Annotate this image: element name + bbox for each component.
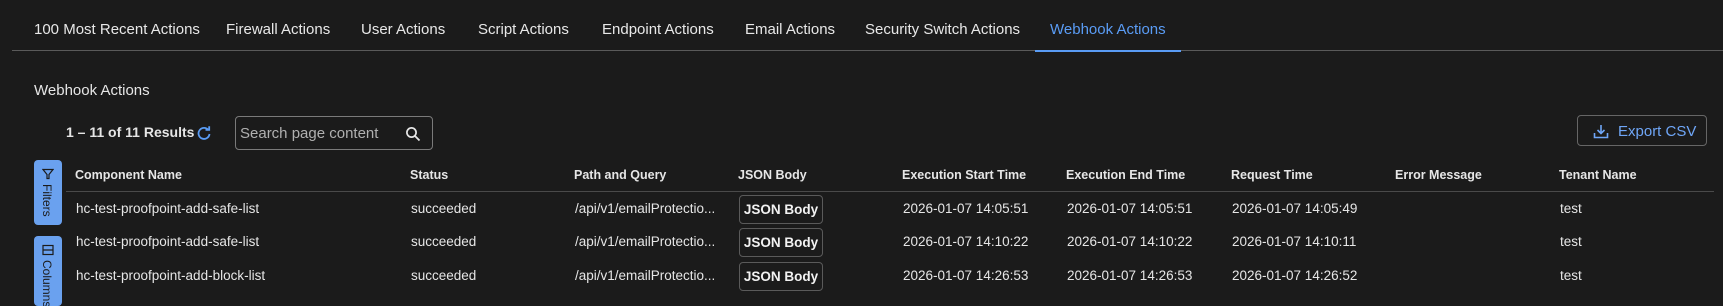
- col-execution-end-time[interactable]: Execution End Time: [1066, 168, 1185, 182]
- cell-component-name: hc-test-proofpoint-add-safe-list: [76, 234, 260, 249]
- cell-component-name: hc-test-proofpoint-add-safe-list: [76, 201, 260, 216]
- filters-button[interactable]: Filters: [34, 160, 62, 225]
- col-component-name[interactable]: Component Name: [75, 168, 182, 182]
- export-csv-label: Export CSV: [1618, 123, 1697, 140]
- cell-status: succeeded: [411, 268, 477, 283]
- tab-endpoint-actions[interactable]: Endpoint Actions: [602, 0, 714, 51]
- cell-execution-start-time: 2026-01-07 14:05:51: [903, 201, 1029, 216]
- columns-icon: [42, 244, 54, 256]
- col-request-time[interactable]: Request Time: [1231, 168, 1313, 182]
- refresh-icon[interactable]: [195, 125, 213, 143]
- col-tenant-name[interactable]: Tenant Name: [1559, 168, 1637, 182]
- tab-firewall-actions[interactable]: Firewall Actions: [226, 0, 330, 51]
- col-path-and-query[interactable]: Path and Query: [574, 168, 666, 182]
- cell-tenant-name: test: [1560, 268, 1582, 283]
- cell-path-and-query: /api/v1/emailProtectio...: [575, 268, 716, 283]
- tab-script-actions[interactable]: Script Actions: [478, 0, 569, 51]
- filter-icon: [42, 168, 54, 180]
- cell-path-and-query: /api/v1/emailProtectio...: [575, 234, 716, 249]
- cell-execution-end-time: 2026-01-07 14:26:53: [1067, 268, 1193, 283]
- download-icon: [1593, 125, 1609, 139]
- columns-label: Columns: [40, 260, 54, 306]
- cell-execution-end-time: 2026-01-07 14:10:22: [1067, 234, 1193, 249]
- json-body-button[interactable]: JSON Body: [739, 262, 823, 291]
- search-input[interactable]: [240, 117, 400, 149]
- search-box: [235, 116, 433, 150]
- tab-security-switch-actions[interactable]: Security Switch Actions: [865, 0, 1020, 51]
- cell-request-time: 2026-01-07 14:05:49: [1232, 201, 1358, 216]
- cell-path-and-query: /api/v1/emailProtectio...: [575, 201, 716, 216]
- tab-email-actions[interactable]: Email Actions: [745, 0, 835, 51]
- cell-tenant-name: test: [1560, 234, 1582, 249]
- cell-execution-start-time: 2026-01-07 14:10:22: [903, 234, 1029, 249]
- col-status[interactable]: Status: [410, 168, 448, 182]
- tab-100-most-recent-actions[interactable]: 100 Most Recent Actions: [34, 0, 200, 51]
- col-json-body[interactable]: JSON Body: [738, 168, 807, 182]
- tab-user-actions[interactable]: User Actions: [361, 0, 445, 51]
- json-body-button[interactable]: JSON Body: [739, 228, 823, 257]
- action-tabs: 100 Most Recent Actions Firewall Actions…: [12, 0, 1723, 52]
- search-icon[interactable]: [405, 126, 421, 142]
- cell-execution-end-time: 2026-01-07 14:05:51: [1067, 201, 1193, 216]
- cell-tenant-name: test: [1560, 201, 1582, 216]
- header-divider: [66, 191, 1714, 192]
- section-title: Webhook Actions: [34, 82, 150, 99]
- cell-request-time: 2026-01-07 14:26:52: [1232, 268, 1358, 283]
- export-csv-button[interactable]: Export CSV: [1577, 115, 1707, 146]
- cell-request-time: 2026-01-07 14:10:11: [1232, 234, 1357, 249]
- filters-label: Filters: [40, 184, 54, 217]
- cell-execution-start-time: 2026-01-07 14:26:53: [903, 268, 1029, 283]
- cell-status: succeeded: [411, 234, 477, 249]
- cell-status: succeeded: [411, 201, 477, 216]
- col-error-message[interactable]: Error Message: [1395, 168, 1482, 182]
- results-count: 1 – 11 of 11 Results: [66, 124, 195, 140]
- json-body-button[interactable]: JSON Body: [739, 195, 823, 224]
- cell-component-name: hc-test-proofpoint-add-block-list: [76, 268, 266, 283]
- col-execution-start-time[interactable]: Execution Start Time: [902, 168, 1026, 182]
- tab-webhook-actions[interactable]: Webhook Actions: [1035, 0, 1181, 52]
